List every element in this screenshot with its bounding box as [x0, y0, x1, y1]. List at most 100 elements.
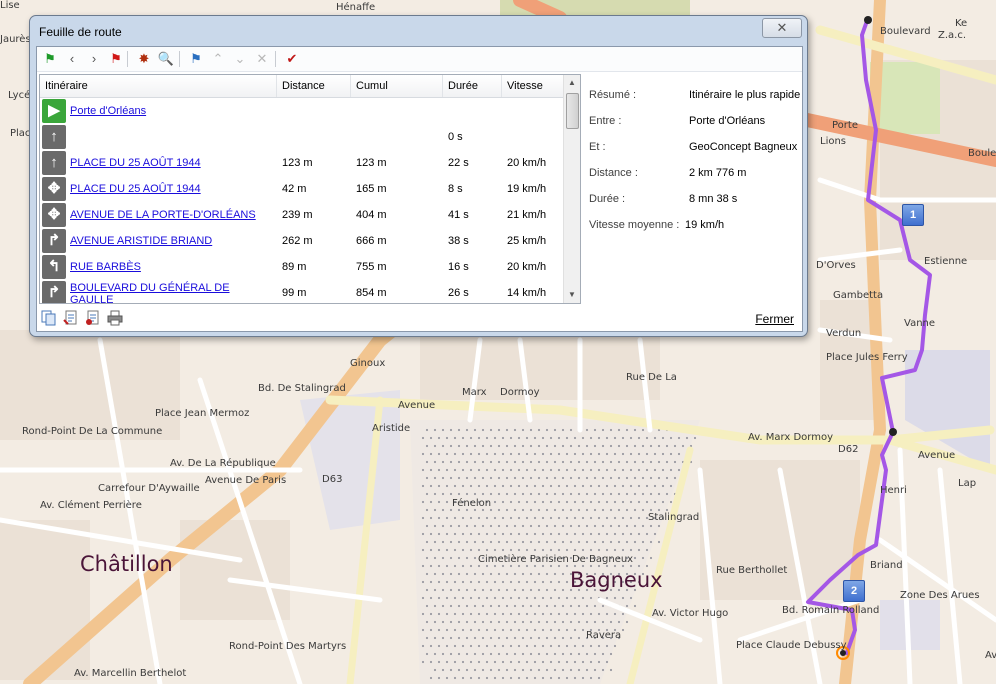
dialog-titlebar[interactable]: Feuille de route ✕: [30, 16, 807, 46]
delete-icon[interactable]: ✕: [253, 50, 271, 68]
cell-vitesse: 19 km/h: [507, 183, 547, 195]
cell-duree: 22 s: [448, 157, 469, 169]
map-street-label: Avenue: [918, 450, 956, 461]
table-row[interactable]: ↱ BOULEVARD DU GÉNÉRAL DE GAULLE 99 m 854 m…: [40, 280, 564, 303]
map-street-label: Bd. De Stalingrad: [258, 383, 346, 394]
summary-label: Entre :: [589, 115, 622, 127]
map-street-label: Ravera: [586, 630, 622, 641]
route-junction-node: [889, 428, 897, 436]
turn-right-arrow-icon: ↱: [42, 229, 66, 253]
map-street-label: Aristide: [372, 423, 411, 434]
map-street-label: Gambetta: [833, 290, 884, 301]
map-street-label: Av. De La République: [170, 458, 276, 469]
summary-label: Résumé :: [589, 89, 637, 101]
map-street-label: D'Orves: [816, 260, 856, 271]
straight-arrow-icon: ↑: [42, 151, 66, 175]
map-street-label: Rond-Point De La Commune: [22, 426, 163, 437]
cell-distance: 262 m: [282, 235, 313, 247]
cell-distance: 239 m: [282, 209, 313, 221]
map-street-label: Marx: [462, 387, 487, 398]
cell-vitesse: 14 km/h: [507, 287, 547, 299]
cell-itineraire[interactable]: PLACE DU 25 AOÛT 1944: [70, 176, 201, 202]
table-row[interactable]: ▶ Porte d'Orléans: [40, 98, 564, 124]
header-duree[interactable]: Durée: [443, 75, 502, 97]
map-street-label: D62: [838, 444, 859, 455]
roundabout-icon: ✥: [42, 203, 66, 227]
scrollbar-thumb[interactable]: [566, 93, 579, 129]
move-up-icon[interactable]: ⌃: [209, 50, 227, 68]
straight-arrow-icon: ↑: [42, 125, 66, 149]
validate-check-icon[interactable]: ✔: [283, 50, 301, 68]
waypoint-flag-icon[interactable]: ⚑: [187, 50, 205, 68]
map-street-label: Carrefour D'Aywaille: [98, 483, 200, 494]
cell-itineraire[interactable]: AVENUE DE LA PORTE-D'ORLÉANS: [70, 202, 256, 228]
city-label-chatillon: Châtillon: [80, 552, 173, 576]
previous-icon[interactable]: ‹: [63, 50, 81, 68]
header-distance[interactable]: Distance: [277, 75, 351, 97]
scroll-down-arrow-icon[interactable]: ▼: [564, 287, 580, 303]
cell-duree: 0 s: [448, 131, 463, 143]
close-window-button[interactable]: ✕: [762, 18, 802, 38]
map-street-label: D63: [322, 474, 343, 485]
cell-itineraire[interactable]: BOULEVARD DU GÉNÉRAL DE GAULLE: [70, 282, 240, 303]
map-street-label: Z.a.c.: [938, 30, 967, 41]
waypoint-marker-1[interactable]: 1: [902, 204, 924, 226]
cell-itineraire[interactable]: Porte d'Orléans: [70, 98, 146, 124]
cell-cumul: 755 m: [356, 261, 387, 273]
print-icon[interactable]: [107, 310, 123, 326]
cell-vitesse: 25 km/h: [507, 235, 547, 247]
table-row[interactable]: ↑ 0 s: [40, 124, 564, 150]
cell-duree: 16 s: [448, 261, 469, 273]
map-street-label: Rue Berthollet: [716, 565, 788, 576]
table-row[interactable]: ↱ AVENUE ARISTIDE BRIAND 262 m 666 m 38 s 25 …: [40, 228, 564, 254]
start-flag-icon[interactable]: ⚑: [41, 50, 59, 68]
cell-duree: 26 s: [448, 287, 469, 299]
map-street-label: Jaurès: [0, 34, 31, 45]
cell-duree: 41 s: [448, 209, 469, 221]
toolbar: ⚑ ‹ › ⚑ ✸ 🔍 ⚑ ⌃ ⌄ ✕ ✔: [37, 47, 802, 72]
start-flag-icon: ▶: [42, 99, 66, 123]
table-row[interactable]: ✥ PLACE DU 25 AOÛT 1944 42 m 165 m 8 s 19 km/…: [40, 176, 564, 202]
fermer-button[interactable]: Fermer: [755, 312, 794, 326]
map-street-label: Place Claude Debussy: [736, 640, 847, 651]
map-street-label: Dormoy: [500, 387, 540, 398]
summary-value: GeoConcept Bagneux: [689, 141, 798, 153]
cell-itineraire[interactable]: PLACE DU 25 AOÛT 1944: [70, 150, 201, 176]
header-vitesse[interactable]: Vitesse: [502, 75, 564, 97]
dialog-title: Feuille de route: [39, 25, 122, 39]
map-street-label: Bd. Romain Rolland: [782, 605, 880, 616]
export-document-icon[interactable]: [63, 310, 79, 326]
table-row[interactable]: ✥ AVENUE DE LA PORTE-D'ORLÉANS 239 m 404 m 4…: [40, 202, 564, 228]
summary-label: Distance :: [589, 167, 638, 179]
header-itineraire[interactable]: Itinéraire: [40, 75, 277, 97]
roundabout-icon: ✥: [42, 177, 66, 201]
toolbar-separator: [127, 51, 128, 67]
next-icon[interactable]: ›: [85, 50, 103, 68]
map-street-label: Av. Clément Perrière: [40, 500, 142, 511]
cell-distance: 99 m: [282, 287, 307, 299]
map-street-label: Henri: [880, 485, 907, 496]
table-row[interactable]: ↰ RUE BARBÈS 89 m 755 m 16 s 20 km/h: [40, 254, 564, 280]
header-cumul[interactable]: Cumul: [351, 75, 443, 97]
route-sheet-dialog: Feuille de route ✕ ⚑ ‹ › ⚑ ✸ 🔍 ⚑ ⌃ ⌄ ✕ ✔ Itinérair…: [29, 15, 808, 337]
scroll-up-arrow-icon[interactable]: ▲: [564, 75, 580, 91]
cell-itineraire[interactable]: RUE BARBÈS: [70, 254, 141, 280]
summary-label: Vitesse moyenne :: [589, 219, 680, 231]
export-report-icon[interactable]: [85, 310, 101, 326]
zoom-search-icon[interactable]: 🔍: [157, 50, 175, 68]
map-street-label: Verdun: [826, 328, 862, 339]
dialog-client-area: ⚑ ‹ › ⚑ ✸ 🔍 ⚑ ⌃ ⌄ ✕ ✔ Itinéraire Distance Cumul Du…: [36, 46, 803, 332]
map-street-label: Lap: [958, 478, 977, 489]
copy-icon[interactable]: [41, 310, 57, 326]
map-street-label: Ke: [955, 18, 968, 29]
move-down-icon[interactable]: ⌄: [231, 50, 249, 68]
end-flag-icon[interactable]: ⚑: [107, 50, 125, 68]
cell-itineraire[interactable]: AVENUE ARISTIDE BRIAND: [70, 228, 212, 254]
route-calc-icon[interactable]: ✸: [135, 50, 153, 68]
table-row[interactable]: ↑ PLACE DU 25 AOÛT 1944 123 m 123 m 22 s 20 k…: [40, 150, 564, 176]
vertical-scrollbar[interactable]: ▲ ▼: [563, 75, 580, 303]
waypoint-marker-2[interactable]: 2: [843, 580, 865, 602]
cell-duree: 38 s: [448, 235, 469, 247]
summary-value: 8 mn 38 s: [689, 193, 738, 205]
bottom-bar: Fermer: [37, 305, 802, 331]
